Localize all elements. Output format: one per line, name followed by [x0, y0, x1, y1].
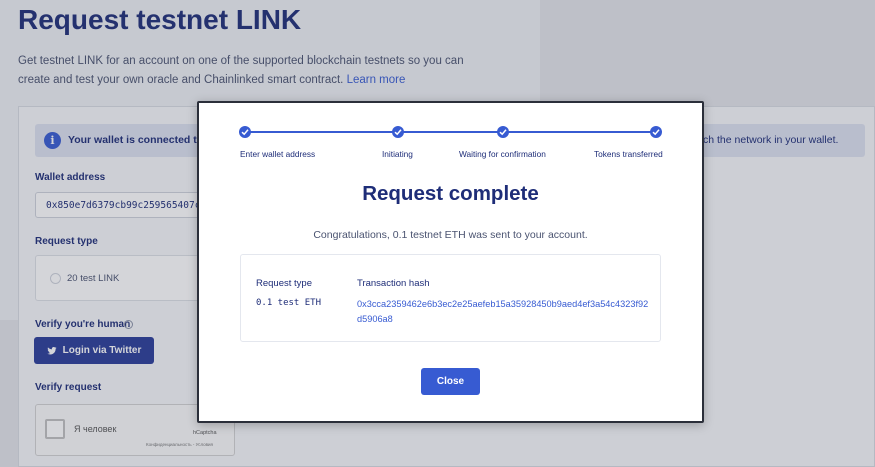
close-button[interactable]: Close — [421, 368, 480, 395]
step-dot-enter-wallet — [239, 126, 251, 138]
step-dot-initiating — [392, 126, 404, 138]
tx-hash-link[interactable]: 0x3cca2359462e6b3ec2e25aefeb15a35928450b… — [357, 297, 652, 327]
check-icon — [241, 129, 249, 136]
step-label-tokens-transferred: Tokens transferred — [594, 149, 663, 159]
request-type-value: 0.1 test ETH — [256, 298, 322, 308]
check-icon — [652, 129, 660, 136]
stepper-line — [244, 131, 656, 133]
step-dot-tokens-transferred — [650, 126, 662, 138]
step-label-waiting: Waiting for confirmation — [459, 149, 546, 159]
tx-hash-header: Transaction hash — [357, 278, 430, 289]
step-label-initiating: Initiating — [382, 149, 413, 159]
modal-message: Congratulations, 0.1 testnet ETH was sen… — [313, 229, 588, 241]
request-type-header: Request type — [256, 278, 312, 289]
step-label-enter-wallet: Enter wallet address — [240, 149, 316, 159]
check-icon — [394, 129, 402, 136]
check-icon — [499, 129, 507, 136]
step-dot-waiting — [497, 126, 509, 138]
modal-title: Request complete — [362, 182, 539, 205]
